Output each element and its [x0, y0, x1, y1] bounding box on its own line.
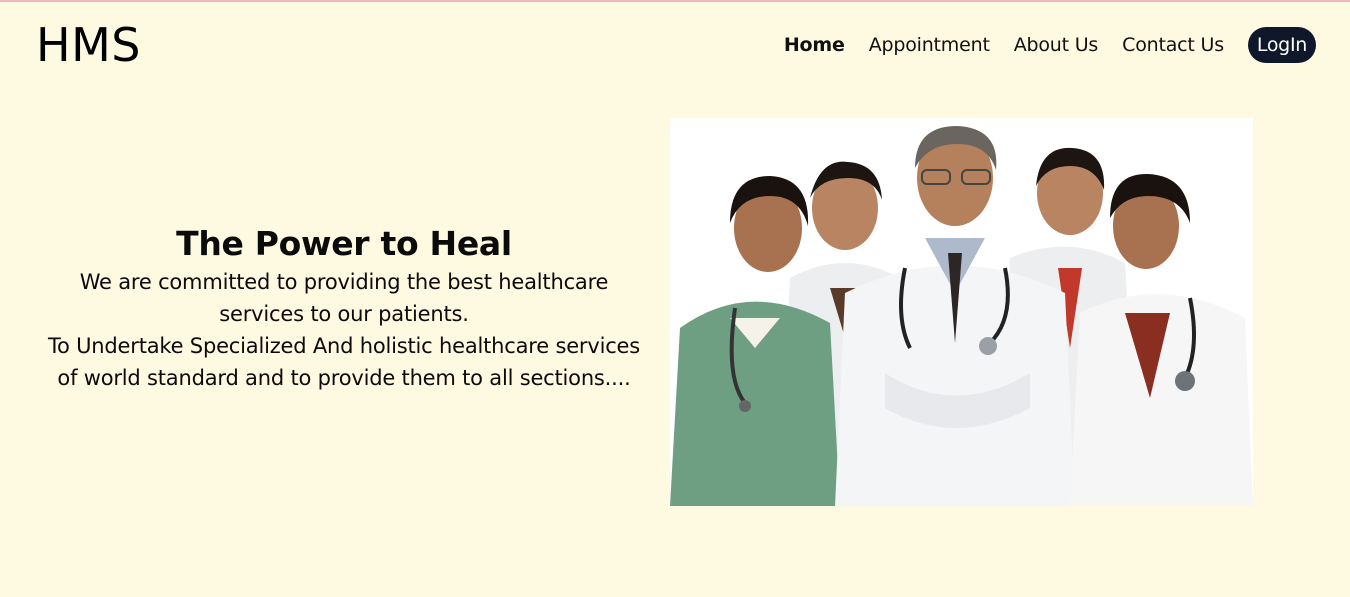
nav-contact-link[interactable]: Contact Us: [1122, 34, 1224, 56]
hero-title: The Power to Heal: [176, 224, 512, 263]
main-nav: Home Appointment About Us Contact Us Log…: [784, 27, 1316, 63]
doctors-team-image: [670, 118, 1253, 506]
hero-vision-line: To Undertake Specialized And holistic he…: [47, 334, 641, 390]
nav-home-link[interactable]: Home: [784, 34, 845, 56]
hero-mission-line: We are committed to providing the best h…: [79, 270, 609, 326]
navbar: HMS Home Appointment About Us Contact Us…: [0, 2, 1350, 88]
nav-appointment-link[interactable]: Appointment: [869, 34, 990, 56]
login-button[interactable]: LogIn: [1247, 27, 1316, 63]
nav-about-link[interactable]: About Us: [1014, 34, 1099, 56]
site-logo[interactable]: HMS: [36, 18, 141, 72]
hero-text-block: The Power to Heal We are committed to pr…: [36, 222, 652, 394]
